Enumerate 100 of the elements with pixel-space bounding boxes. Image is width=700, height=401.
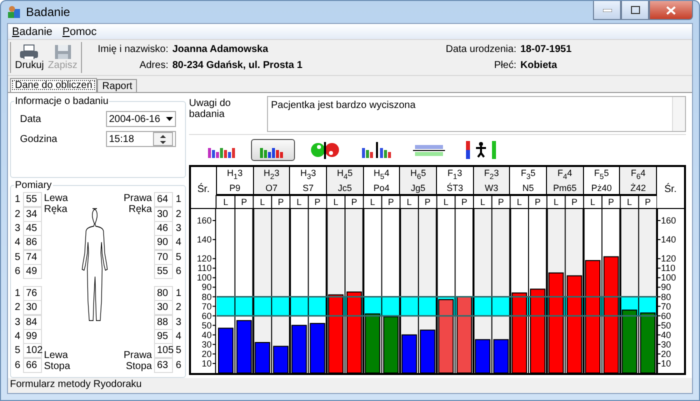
split-bar-chart-icon <box>361 142 393 158</box>
measurement-field[interactable]: 76 <box>23 286 42 302</box>
row-number: 2 <box>14 208 21 220</box>
row-number: 4 <box>175 237 182 248</box>
row-number: 5 <box>14 345 21 356</box>
meridian-code: H$_{4}$5 <box>336 168 353 181</box>
point-name: Jg5 <box>410 182 426 193</box>
point-name: S7 <box>302 182 314 193</box>
measurement-field[interactable]: 80 <box>154 286 173 302</box>
side-label: P <box>424 196 431 208</box>
measurement-field[interactable]: 66 <box>23 358 42 373</box>
field-value: Joanna Adamowska <box>172 44 270 56</box>
maximize-button[interactable] <box>621 1 649 20</box>
tick-label: 50 <box>661 320 672 330</box>
tick-label: 70 <box>661 301 672 312</box>
scrollbar[interactable] <box>672 97 685 131</box>
measurement-field[interactable]: 46 <box>154 220 173 236</box>
tick-label: 110 <box>198 263 212 274</box>
side-label: L <box>406 196 412 208</box>
axis-header: Śr. <box>663 182 678 195</box>
field-value: 80-234 Gdańsk, ul. Prosta 1 <box>172 60 304 71</box>
measurement-field[interactable]: 105 <box>154 343 173 358</box>
measurement-field[interactable]: 55 <box>154 264 173 279</box>
tick-label: 80 <box>661 292 672 302</box>
tick-label: 120 <box>196 254 212 264</box>
measurement-field[interactable]: 55 <box>23 192 42 208</box>
date-label: Data <box>20 114 42 124</box>
side-label: L <box>223 196 228 208</box>
measurement-field[interactable]: 70 <box>154 250 173 265</box>
meridian-code: H$_{5}$4 <box>374 168 390 181</box>
menu-item[interactable]: Pomoc <box>62 26 97 38</box>
measurement-field[interactable]: 49 <box>23 264 42 279</box>
side-label: P <box>351 196 358 208</box>
row-number: 6 <box>175 360 182 371</box>
notes-field[interactable]: Pacjentka jest bardzo wyciszona <box>267 96 686 132</box>
side-label: L <box>296 196 302 208</box>
notes-label: Uwagi do badania <box>189 97 232 122</box>
measurement-field[interactable]: 30 <box>154 206 173 222</box>
row-number: 6 <box>175 266 182 277</box>
measurement-field[interactable]: 63 <box>154 358 173 373</box>
maximize-icon <box>630 6 640 14</box>
tab[interactable]: Raport <box>97 79 138 92</box>
field-value: 18-07-1951 <box>520 44 573 56</box>
date-picker[interactable]: 2004-06-16 <box>106 111 176 127</box>
row-number: 4 <box>175 331 182 342</box>
point-name: W3 <box>484 182 498 193</box>
measurement-field[interactable]: 45 <box>23 220 42 236</box>
side-label: L <box>444 196 448 208</box>
meridian-code: F$_{6}$4 <box>630 168 646 181</box>
side-label: L <box>370 196 376 208</box>
close-button[interactable] <box>649 1 693 20</box>
time-label: Godzina <box>20 134 58 144</box>
measurement-field[interactable]: 88 <box>154 314 173 330</box>
measurement-field[interactable]: 102 <box>23 343 42 358</box>
view-button[interactable] <box>251 139 295 161</box>
row-number: 5 <box>175 252 182 263</box>
row-number: 2 <box>14 302 21 314</box>
field-label: Data urodzenia: <box>444 44 516 56</box>
side-label: L <box>590 196 596 208</box>
measurement-field[interactable]: 74 <box>23 250 42 265</box>
group-title: Informacje o badaniu <box>14 96 110 107</box>
tick-label: 60 <box>202 310 212 321</box>
row-number: 3 <box>14 222 21 234</box>
measurement-field[interactable]: 84 <box>23 314 42 330</box>
tab[interactable]: Dane do obliczeń <box>10 78 98 92</box>
minimize-button[interactable] <box>593 1 621 20</box>
side-label: P <box>608 196 614 208</box>
field-label: Adres: <box>138 60 168 71</box>
measurement-field[interactable]: 99 <box>23 329 42 344</box>
measurement-field[interactable]: 64 <box>154 192 173 208</box>
point-name: O7 <box>265 182 278 193</box>
measurement-field[interactable]: 86 <box>23 235 42 250</box>
body-part-label: Stopa <box>124 361 152 372</box>
measurement-field[interactable]: 30 <box>23 300 42 316</box>
side-label: L <box>516 196 522 208</box>
spinner-icon[interactable] <box>153 132 173 146</box>
measurement-field[interactable]: 90 <box>154 235 173 250</box>
measurement-field[interactable]: 30 <box>154 300 173 316</box>
point-name: Jc5 <box>338 182 352 193</box>
row-number: 5 <box>175 345 182 356</box>
tick-label: 40 <box>202 330 212 340</box>
tick-label: 160 <box>196 215 212 226</box>
group-title: Pomiary <box>14 180 53 191</box>
side-label: L <box>333 196 338 208</box>
menu-item[interactable]: Badanie <box>12 26 52 38</box>
tick-label: 80 <box>202 292 212 302</box>
time-field[interactable]: 15:18 <box>106 131 176 147</box>
side-label: P <box>461 196 468 208</box>
side-label: L <box>627 196 632 208</box>
meridian-code: H$_{6}$5 <box>410 168 426 181</box>
tick-label: 50 <box>202 320 212 330</box>
point-name: ŚT3 <box>446 182 464 193</box>
side-label: P <box>644 196 651 208</box>
side-label: P <box>241 196 248 208</box>
print-button[interactable]: Drukuj <box>15 44 44 71</box>
measurement-field[interactable]: 34 <box>23 206 42 222</box>
side-label: L <box>480 196 486 208</box>
row-number: 3 <box>14 316 21 328</box>
point-name: Pm65 <box>553 182 577 193</box>
measurement-field[interactable]: 95 <box>154 329 173 344</box>
